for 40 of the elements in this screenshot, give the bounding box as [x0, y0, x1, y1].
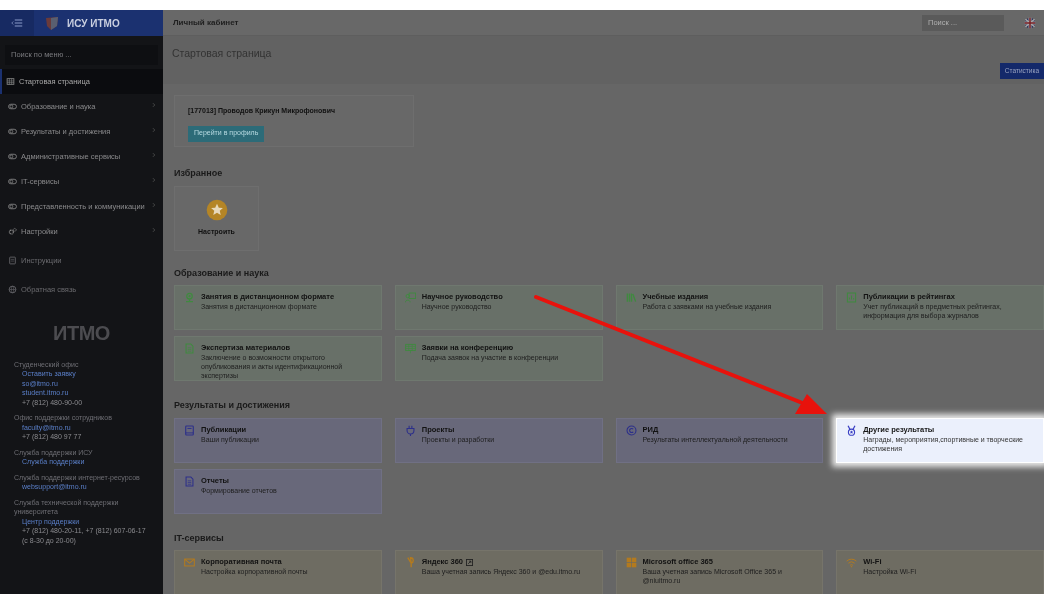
chevron-right-icon [151, 125, 157, 134]
chevron-right-icon [151, 200, 157, 209]
toggle-icon [8, 176, 17, 186]
toggle-icon [8, 101, 17, 111]
medal-icon [846, 424, 858, 436]
menu-icon [10, 17, 24, 29]
app-title: ИСУ ИТМО [67, 16, 120, 31]
flag-icon [1024, 16, 1036, 29]
section-heading: Образование и наука [174, 266, 270, 280]
section-heading: Избранное [174, 167, 224, 180]
grid-board-icon [404, 343, 416, 354]
section-heading: Результаты и достижения [174, 399, 291, 412]
framed-chart-icon [846, 292, 858, 303]
webcam-icon [184, 292, 195, 303]
globe-icon [8, 284, 17, 294]
book-icon [184, 424, 195, 436]
chevron-right-icon [151, 175, 157, 184]
grid-icon [6, 76, 15, 86]
plug-icon [404, 424, 416, 436]
wifi-icon [846, 557, 858, 568]
toggle-icon [8, 151, 17, 161]
document-icon [184, 475, 195, 487]
document-icon [184, 343, 195, 354]
external-link-icon [466, 558, 474, 566]
page-header-title: Личный кабинет [173, 16, 239, 29]
itmo-logo: ИTMO [52, 320, 111, 346]
toggle-icon [8, 126, 17, 136]
four-squares-icon [625, 557, 637, 568]
yandex-y-icon [404, 557, 416, 568]
section-heading: IT-сервисы [174, 531, 225, 545]
books-icon [625, 292, 637, 303]
chevron-right-icon [151, 150, 157, 159]
shield-logo-icon [44, 15, 60, 31]
copyright-icon [625, 424, 637, 436]
chevron-right-icon [151, 100, 157, 109]
chevron-right-icon [151, 225, 157, 234]
teacher-icon [404, 292, 416, 303]
envelope-icon [184, 557, 195, 568]
toggle-icon [8, 201, 17, 211]
document-icon [8, 255, 17, 265]
